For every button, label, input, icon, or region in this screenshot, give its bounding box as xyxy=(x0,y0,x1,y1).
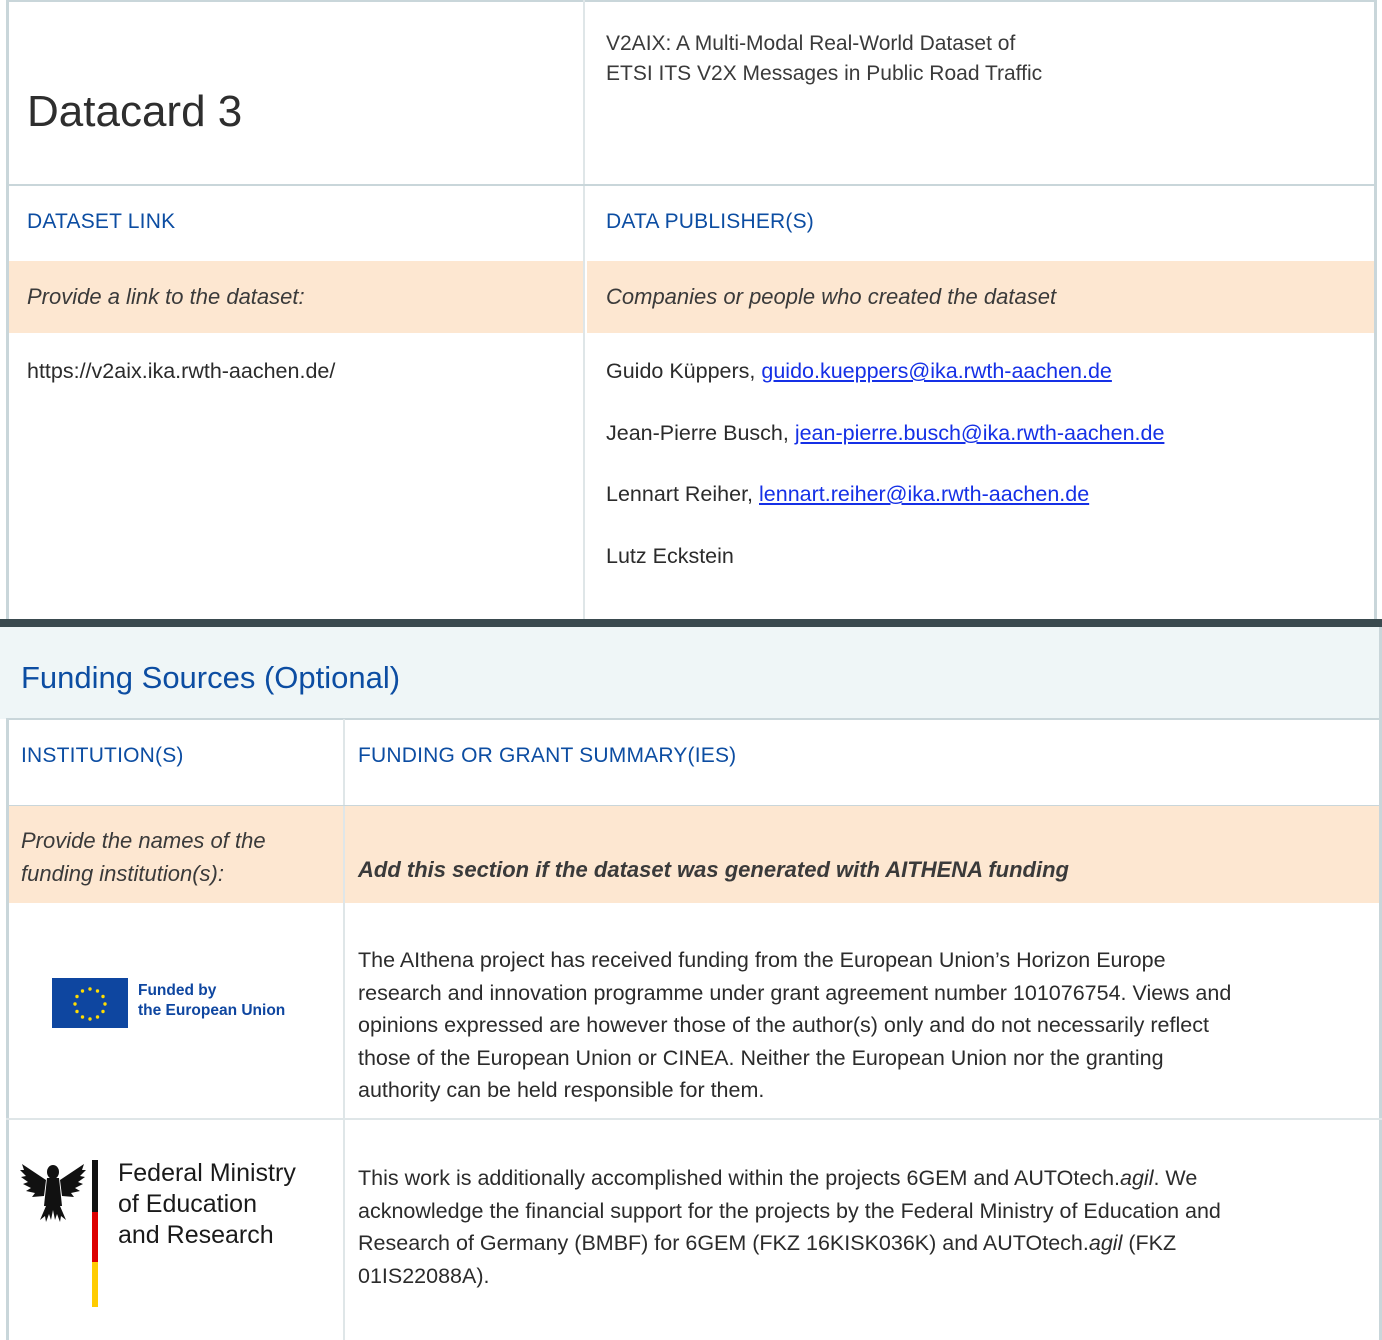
card-row-divider xyxy=(6,184,1376,186)
federal-eagle-icon xyxy=(20,1164,86,1222)
bmbf-logo: Federal Ministry of Education and Resear… xyxy=(18,1150,330,1310)
eu-logo-line: the European Union xyxy=(138,1002,286,1019)
publisher-name: Lennart Reiher, xyxy=(606,482,759,506)
bmbf-funding-line: This work is additionally accomplished w… xyxy=(358,1162,1221,1195)
publisher-entry: Lutz Eckstein xyxy=(606,544,734,569)
bmbf-funding-line: Research of Germany (BMBF) for 6GEM (FKZ… xyxy=(358,1227,1221,1260)
card-border-right xyxy=(1374,0,1377,620)
dataset-link-prompt: Provide a link to the dataset: xyxy=(27,284,305,309)
institutions-prompt-line: funding institution(s): xyxy=(21,861,224,886)
eu-funding-line: research and innovation programme under … xyxy=(358,980,1232,1005)
eu-flag-icon xyxy=(52,978,128,1028)
funding-summary-label: FUNDING OR GRANT SUMMARY(IES) xyxy=(358,744,737,767)
section-divider xyxy=(0,619,1382,627)
card-border-top xyxy=(6,0,1376,2)
bmbf-text-italic: agil xyxy=(1120,1166,1154,1190)
publisher-name: Guido Küppers, xyxy=(606,359,762,383)
publisher-email-link[interactable]: guido.kueppers@ika.rwth-aachen.de xyxy=(761,359,1112,383)
page-title: Datacard 3 xyxy=(27,87,243,136)
card-column-divider xyxy=(583,0,585,620)
dataset-link-value: https://v2aix.ika.rwth-aachen.de/ xyxy=(27,359,336,383)
flag-stripe-red xyxy=(92,1212,98,1262)
eu-logo: Funded by the European Union xyxy=(52,974,312,1034)
institutions-label: INSTITUTION(S) xyxy=(21,744,184,767)
data-publishers-label: DATA PUBLISHER(S) xyxy=(606,210,814,233)
funding-summary-prompt: Add this section if the dataset was gene… xyxy=(358,857,1069,882)
publisher-name: Jean-Pierre Busch, xyxy=(606,421,795,445)
prompt-cell-summary xyxy=(345,806,1379,903)
dataset-subtitle-line: V2AIX: A Multi-Modal Real-World Dataset … xyxy=(606,32,1016,55)
institutions-prompt-line: Provide the names of the xyxy=(21,828,266,853)
bmbf-text: This work is additionally accomplished w… xyxy=(358,1166,1121,1190)
eu-logo-line: Funded by xyxy=(138,982,217,999)
data-publishers-prompt: Companies or people who created the data… xyxy=(606,284,1057,309)
bmbf-text-italic: agil xyxy=(1088,1231,1123,1255)
eu-funding-statement: The AIthena project has received funding… xyxy=(358,944,1231,1107)
bmbf-logo-text: Federal Ministry of Education and Resear… xyxy=(118,1158,296,1251)
eu-funding-line: those of the European Union or CINEA. Ne… xyxy=(358,1045,1164,1070)
funding-row-divider xyxy=(6,1118,1382,1120)
bmbf-logo-line: Federal Ministry xyxy=(118,1159,296,1187)
publisher-entry: Jean-Pierre Busch, jean-pierre.busch@ika… xyxy=(606,421,1164,446)
eu-logo-text: Funded by the European Union xyxy=(138,981,285,1021)
dataset-subtitle-line: ETSI ITS V2X Messages in Public Road Tra… xyxy=(606,62,1043,85)
funding-row-divider xyxy=(6,718,1382,720)
bmbf-logo-line: and Research xyxy=(118,1221,274,1249)
bmbf-funding-line: 01IS22088A). xyxy=(358,1263,490,1288)
funding-section-title: Funding Sources (Optional) xyxy=(21,660,401,695)
flag-stripe-black xyxy=(92,1160,98,1212)
bmbf-text: Research of Germany (BMBF) for 6GEM (FKZ… xyxy=(358,1231,1089,1255)
bmbf-funding-statement: This work is additionally accomplished w… xyxy=(358,1162,1221,1292)
bmbf-text: (FKZ xyxy=(1122,1231,1177,1255)
dataset-subtitle: V2AIX: A Multi-Modal Real-World Dataset … xyxy=(606,29,1042,89)
publisher-name: Lutz Eckstein xyxy=(606,544,734,568)
eu-funding-line: opinions expressed are however those of … xyxy=(358,1013,1209,1037)
dataset-link-label: DATASET LINK xyxy=(27,210,176,233)
publisher-email-link[interactable]: jean-pierre.busch@ika.rwth-aachen.de xyxy=(795,421,1165,445)
publisher-email-link[interactable]: lennart.reiher@ika.rwth-aachen.de xyxy=(759,482,1089,506)
eu-funding-line: authority can be held responsible for th… xyxy=(358,1078,765,1102)
eu-funding-line: The AIthena project has received funding… xyxy=(358,948,1166,972)
publisher-entry: Guido Küppers, guido.kueppers@ika.rwth-a… xyxy=(606,359,1112,384)
bmbf-logo-line: of Education xyxy=(118,1190,257,1218)
bmbf-funding-line: acknowledge the financial support for th… xyxy=(358,1198,1221,1223)
institutions-prompt: Provide the names of the funding institu… xyxy=(21,824,266,890)
flag-stripe-gold xyxy=(92,1262,98,1307)
bmbf-text: . We xyxy=(1153,1166,1198,1190)
publisher-entry: Lennart Reiher, lennart.reiher@ika.rwth-… xyxy=(606,482,1089,507)
